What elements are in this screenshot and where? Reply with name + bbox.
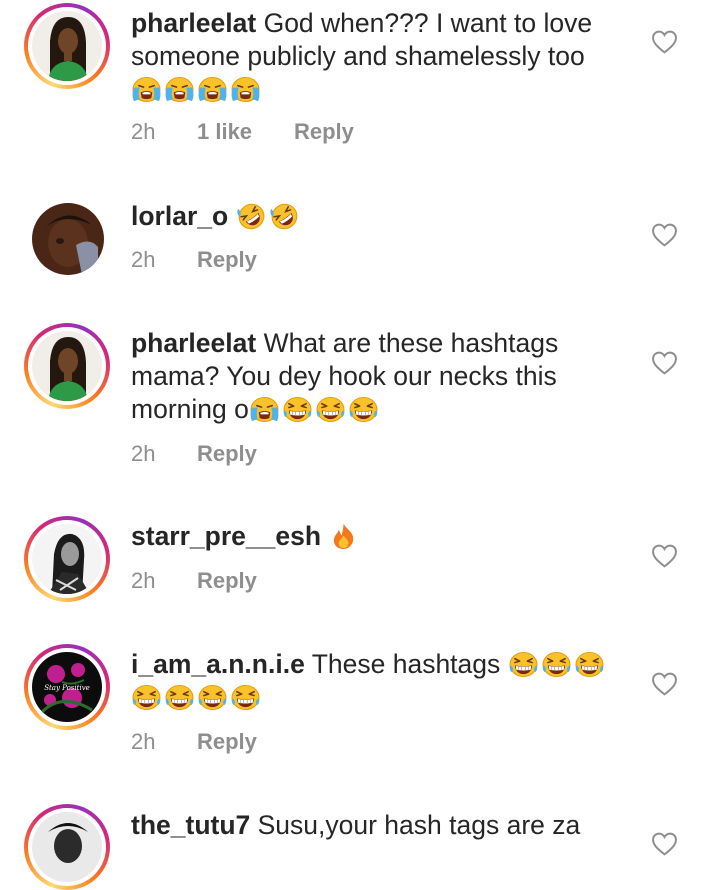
comment-meta: 2h 1 like Reply xyxy=(131,119,354,145)
comment-time: 2h xyxy=(131,247,156,272)
comment-time: 2h xyxy=(131,568,156,593)
grinning-squinting-face-emoji xyxy=(574,651,605,678)
reply-button[interactable]: Reply xyxy=(197,441,257,467)
grinning-squinting-face-emoji xyxy=(282,396,313,423)
emoji-group xyxy=(236,201,302,231)
grinning-squinting-face-emoji xyxy=(131,684,162,711)
heart-icon[interactable] xyxy=(651,672,678,696)
like-count-button[interactable]: 1 like xyxy=(197,119,294,145)
comment-body: Susu,your hash tags are za xyxy=(257,810,581,840)
emoji-group xyxy=(131,74,263,104)
comment-meta: 2h Reply xyxy=(131,729,257,755)
comment-meta: 2h Reply xyxy=(131,247,257,273)
comment-time: 2h xyxy=(131,729,156,754)
loudly-crying-face-emoji xyxy=(249,396,280,423)
rolling-on-floor-laughing-emoji xyxy=(269,203,300,230)
comment-body: These hashtags xyxy=(311,649,501,679)
comment-text: starr_pre__esh xyxy=(131,520,631,553)
grinning-squinting-face-emoji xyxy=(197,684,228,711)
avatar-image xyxy=(32,11,102,81)
heart-icon[interactable] xyxy=(651,30,678,54)
heart-icon[interactable] xyxy=(651,832,678,856)
comment-username[interactable]: the_tutu7 xyxy=(131,810,250,840)
comment-username[interactable]: starr_pre__esh xyxy=(131,521,321,551)
grinning-squinting-face-emoji xyxy=(508,651,539,678)
avatar[interactable] xyxy=(24,3,110,89)
loudly-crying-face-emoji xyxy=(197,76,228,103)
reply-button[interactable]: Reply xyxy=(294,119,354,145)
loudly-crying-face-emoji xyxy=(230,76,261,103)
avatar[interactable] xyxy=(24,804,110,890)
grinning-squinting-face-emoji xyxy=(164,684,195,711)
comment-text: pharleelat God when??? I want to love so… xyxy=(131,7,631,106)
comment-username[interactable]: lorlar_o xyxy=(131,201,228,231)
comment-meta: 2h Reply xyxy=(131,441,257,467)
comment-text: pharleelat What are these hashtags mama?… xyxy=(131,327,611,426)
comment-text: the_tutu7 Susu,your hash tags are za xyxy=(131,809,631,842)
avatar-image xyxy=(32,524,102,594)
avatar-image: Stay Positive xyxy=(32,652,102,722)
avatar-overlay-text: Stay Positive xyxy=(44,684,90,692)
heart-icon[interactable] xyxy=(651,544,678,568)
comment-text: lorlar_o xyxy=(131,200,631,233)
comment-time: 2h xyxy=(131,119,156,144)
reply-button[interactable]: Reply xyxy=(197,568,257,594)
fire-emoji xyxy=(328,523,359,550)
comment-time: 2h xyxy=(131,441,156,466)
heart-icon[interactable] xyxy=(651,223,678,247)
comment-text: i_am_a.n.n.i.e These hashtags xyxy=(131,648,621,714)
heart-icon[interactable] xyxy=(651,351,678,375)
avatar[interactable] xyxy=(32,203,104,275)
avatar[interactable] xyxy=(24,323,110,409)
loudly-crying-face-emoji xyxy=(131,76,162,103)
comment-username[interactable]: pharleelat xyxy=(131,328,256,358)
grinning-squinting-face-emoji xyxy=(230,684,261,711)
reply-button[interactable]: Reply xyxy=(197,729,257,755)
avatar-image xyxy=(32,203,104,275)
emoji-group xyxy=(249,394,381,424)
avatar-image xyxy=(32,331,102,401)
comment-meta: 2h Reply xyxy=(131,568,257,594)
grinning-squinting-face-emoji xyxy=(315,396,346,423)
comment-username[interactable]: pharleelat xyxy=(131,8,256,38)
rolling-on-floor-laughing-emoji xyxy=(236,203,267,230)
avatar[interactable] xyxy=(24,516,110,602)
avatar[interactable]: Stay Positive xyxy=(24,644,110,730)
avatar-image xyxy=(32,812,102,882)
loudly-crying-face-emoji xyxy=(164,76,195,103)
reply-button[interactable]: Reply xyxy=(197,247,257,273)
grinning-squinting-face-emoji xyxy=(348,396,379,423)
grinning-squinting-face-emoji xyxy=(541,651,572,678)
emoji-group xyxy=(328,521,361,551)
comment-username[interactable]: i_am_a.n.n.i.e xyxy=(131,649,305,679)
